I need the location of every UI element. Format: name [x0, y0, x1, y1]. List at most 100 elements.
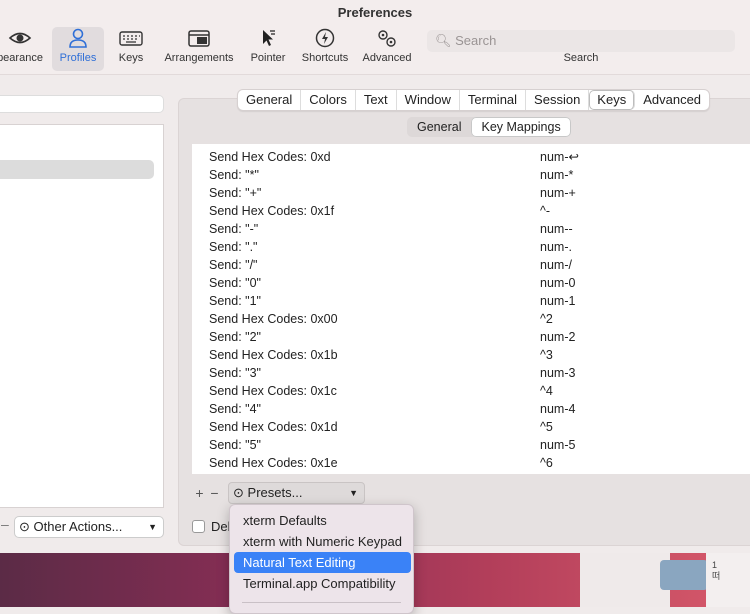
menu-separator: [242, 602, 401, 603]
table-row[interactable]: Send: "1" num-1: [192, 292, 750, 310]
profile-list[interactable]: [0, 124, 164, 508]
tab-advanced[interactable]: Advanced: [635, 90, 709, 110]
mapping-key: num--: [540, 222, 573, 236]
mapping-action: Send: "2": [209, 330, 261, 344]
add-mapping-button[interactable]: +: [192, 482, 207, 504]
toolbar-pointer-button[interactable]: Pointer: [247, 27, 289, 71]
table-row[interactable]: Send Hex Codes: 0x1f ^-: [192, 202, 750, 220]
mapping-action: Send Hex Codes: 0xd: [209, 150, 331, 164]
toolbar-advanced-button[interactable]: Advanced: [360, 27, 414, 71]
toolbar-arrangements-button[interactable]: Arrangements: [163, 27, 235, 71]
key-mappings-table[interactable]: Send Hex Codes: 0xd num-↩ Send: "*" num-* Se…: [192, 144, 750, 474]
keys-subtabs: General Key Mappings: [407, 117, 571, 137]
table-row[interactable]: Send: "3" num-3: [192, 364, 750, 382]
ellipsis-circle-icon: ⊙: [233, 485, 244, 500]
table-row[interactable]: Send: "/" num-/: [192, 256, 750, 274]
search-placeholder: Search: [455, 33, 497, 48]
other-actions-label: Other Actions...: [33, 519, 123, 534]
mapping-key: num-↩: [540, 150, 579, 164]
window-title: Preferences: [337, 5, 413, 20]
tab-colors[interactable]: Colors: [301, 90, 356, 110]
mapping-action: Send Hex Codes: 0x1c: [209, 384, 337, 398]
cursor-icon: [263, 30, 275, 46]
remove-profile-button[interactable]: –: [1, 516, 9, 532]
background-photo-text: 1 떠: [712, 560, 721, 581]
mapping-action: Send: "4": [209, 402, 261, 416]
mapping-action: Send: "/": [209, 258, 258, 272]
profile-list-selected-row[interactable]: [0, 160, 154, 179]
table-row[interactable]: Send Hex Codes: 0x1b ^3: [192, 346, 750, 364]
mapping-action: Send: ".": [209, 240, 258, 254]
mapping-key: num-+: [540, 186, 576, 200]
delete-checkbox[interactable]: [192, 520, 205, 533]
mapping-key: ^3: [540, 348, 553, 362]
table-row[interactable]: Send: "-" num--: [192, 220, 750, 238]
mapping-action: Send Hex Codes: 0x1b: [209, 348, 338, 362]
table-row[interactable]: Send: "0" num-0: [192, 274, 750, 292]
toolbar-label: Pointer: [250, 52, 286, 64]
search-caption: Search: [563, 52, 599, 64]
tab-general[interactable]: General: [238, 90, 302, 110]
toolbar-keys-button[interactable]: Keys: [112, 27, 150, 71]
mapping-key: ^2: [540, 312, 553, 326]
mapping-action: Send: "3": [209, 366, 261, 380]
tab-terminal[interactable]: Terminal: [460, 90, 527, 110]
mapping-key: num-1: [540, 294, 576, 308]
table-row[interactable]: Send Hex Codes: 0xd num-↩: [192, 148, 750, 166]
eye-icon: [8, 32, 32, 44]
presets-menu: xterm Defaults xterm with Numeric Keypad N…: [229, 504, 414, 614]
table-row[interactable]: Send: "*" num-*: [192, 166, 750, 184]
delete-label: Del: [211, 519, 231, 534]
mapping-key: ^5: [540, 420, 553, 434]
tab-text[interactable]: Text: [356, 90, 397, 110]
table-row[interactable]: Send Hex Codes: 0x1c ^4: [192, 382, 750, 400]
mapping-action: Send: "0": [209, 276, 261, 290]
mapping-action: Send Hex Codes: 0x1d: [209, 420, 338, 434]
mapping-key: ^4: [540, 384, 553, 398]
mapping-key: ^-: [540, 204, 551, 218]
toolbar-profiles-button[interactable]: Profiles: [52, 27, 104, 71]
search-input[interactable]: 🔍︎ Search: [427, 30, 735, 52]
background-window: [580, 553, 670, 607]
mapping-key: num-/: [540, 258, 572, 272]
table-row[interactable]: Send: "5" num-5: [192, 436, 750, 454]
mapping-action: Send: "*": [209, 168, 259, 182]
presets-menu-item[interactable]: Natural Text Editing: [234, 552, 411, 573]
presets-menu-item[interactable]: xterm Defaults: [234, 510, 411, 531]
tab-keys[interactable]: Keys: [589, 90, 636, 110]
table-row[interactable]: Send: "+" num-+: [192, 184, 750, 202]
other-actions-button[interactable]: ⊙ Other Actions... ▼: [14, 516, 164, 538]
mapping-action: Send Hex Codes: 0x00: [209, 312, 338, 326]
subtab-key-mappings[interactable]: Key Mappings: [471, 117, 571, 137]
presets-menu-item[interactable]: Terminal.app Compatibility: [234, 573, 411, 594]
toolbar-shortcuts-button[interactable]: Shortcuts: [298, 27, 352, 71]
mapping-key: num-2: [540, 330, 576, 344]
toolbar-label: pearance: [0, 52, 43, 64]
mapping-key: num-5: [540, 438, 576, 452]
presets-label: Presets...: [247, 485, 303, 500]
window-icon: [188, 30, 210, 47]
table-row[interactable]: Send: "4" num-4: [192, 400, 750, 418]
table-row[interactable]: Send Hex Codes: 0x1e ^6: [192, 454, 750, 472]
presets-button[interactable]: ⊙ Presets... ▼: [228, 482, 365, 504]
mapping-action: Send Hex Codes: 0x1e: [209, 456, 338, 470]
mapping-key: num-4: [540, 402, 576, 416]
tab-window[interactable]: Window: [397, 90, 460, 110]
add-remove-controls: + −: [192, 482, 222, 504]
toolbar-label: Advanced: [362, 52, 412, 64]
table-row[interactable]: Send Hex Codes: 0x00 ^2: [192, 310, 750, 328]
subtab-general[interactable]: General: [407, 117, 471, 137]
remove-mapping-button[interactable]: −: [207, 482, 222, 504]
lightning-icon: [315, 28, 335, 48]
table-row[interactable]: Send Hex Codes: 0x1d ^5: [192, 418, 750, 436]
presets-menu-item[interactable]: xterm with Numeric Keypad: [234, 531, 411, 552]
profile-filter-field[interactable]: [0, 95, 164, 113]
toolbar-label: Keys: [118, 52, 144, 64]
mapping-key: num-.: [540, 240, 572, 254]
toolbar-appearance-button[interactable]: pearance: [0, 27, 48, 71]
table-row[interactable]: Send: "." num-.: [192, 238, 750, 256]
tab-session[interactable]: Session: [526, 90, 590, 110]
mapping-key: ^6: [540, 456, 553, 470]
mapping-action: Send: "-": [209, 222, 259, 236]
table-row[interactable]: Send: "2" num-2: [192, 328, 750, 346]
